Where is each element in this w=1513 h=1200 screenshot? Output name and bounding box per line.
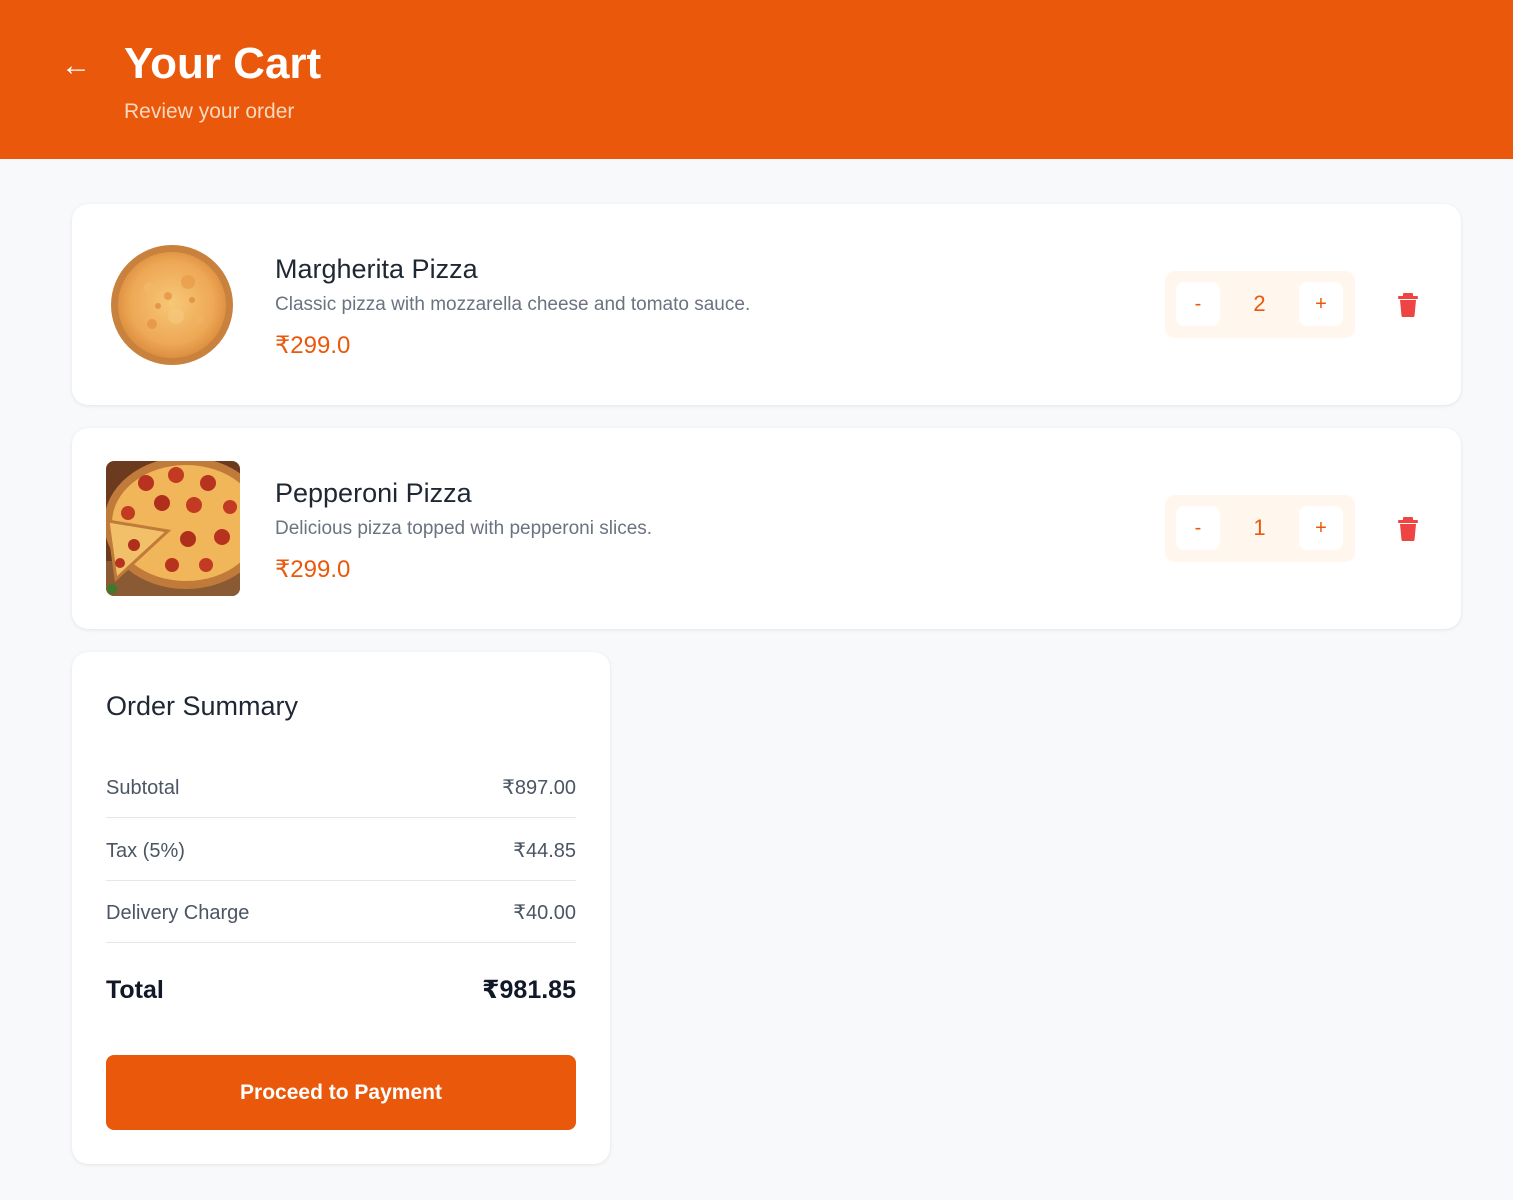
item-description: Delicious pizza topped with pepperoni sl… xyxy=(275,518,653,539)
cart-item: Margherita Pizza Classic pizza with mozz… xyxy=(72,204,1461,405)
cart-item: Pepperoni Pizza Delicious pizza topped w… xyxy=(72,428,1461,629)
quantity-stepper: - 2 + xyxy=(1165,271,1355,338)
page-subtitle: Review your order xyxy=(124,100,295,123)
increase-quantity-button[interactable]: + xyxy=(1299,506,1343,550)
increase-quantity-button[interactable]: + xyxy=(1299,282,1343,326)
tax-row: Tax (5%) ₹44.85 xyxy=(106,819,576,881)
margherita-pizza-image xyxy=(111,245,233,365)
total-row: Total ₹981.85 xyxy=(106,972,576,1008)
page-header: ← Your Cart Review your order xyxy=(0,0,1513,159)
summary-title: Order Summary xyxy=(106,691,299,721)
subtotal-label: Subtotal xyxy=(106,777,180,799)
item-price: ₹299.0 xyxy=(275,332,351,359)
total-label: Total xyxy=(106,976,164,1004)
item-name: Margherita Pizza xyxy=(275,254,478,284)
quantity-value: 1 xyxy=(1253,515,1266,540)
subtotal-value: ₹897.00 xyxy=(502,777,576,799)
trash-icon[interactable] xyxy=(1396,292,1420,318)
proceed-to-payment-button[interactable]: Proceed to Payment xyxy=(106,1055,576,1130)
quantity-stepper: - 1 + xyxy=(1165,495,1355,562)
subtotal-row: Subtotal ₹897.00 xyxy=(106,756,576,818)
back-button[interactable]: ← xyxy=(56,44,96,88)
delivery-row: Delivery Charge ₹40.00 xyxy=(106,881,576,943)
order-summary: Order Summary Subtotal ₹897.00 Tax (5%) … xyxy=(72,652,610,1164)
item-price: ₹299.0 xyxy=(275,556,351,583)
decrease-quantity-button[interactable]: - xyxy=(1176,506,1220,550)
delivery-label: Delivery Charge xyxy=(106,902,250,924)
delivery-value: ₹40.00 xyxy=(513,902,576,924)
trash-icon[interactable] xyxy=(1396,516,1420,542)
page-title: Your Cart xyxy=(124,39,322,88)
arrow-left-icon: ← xyxy=(61,49,91,82)
quantity-value: 2 xyxy=(1253,291,1266,316)
decrease-quantity-button[interactable]: - xyxy=(1176,282,1220,326)
tax-label: Tax (5%) xyxy=(106,840,185,862)
item-description: Classic pizza with mozzarella cheese and… xyxy=(275,294,751,315)
tax-value: ₹44.85 xyxy=(513,840,576,862)
item-name: Pepperoni Pizza xyxy=(275,478,472,508)
pepperoni-pizza-image xyxy=(106,461,240,596)
total-value: ₹981.85 xyxy=(482,976,576,1004)
